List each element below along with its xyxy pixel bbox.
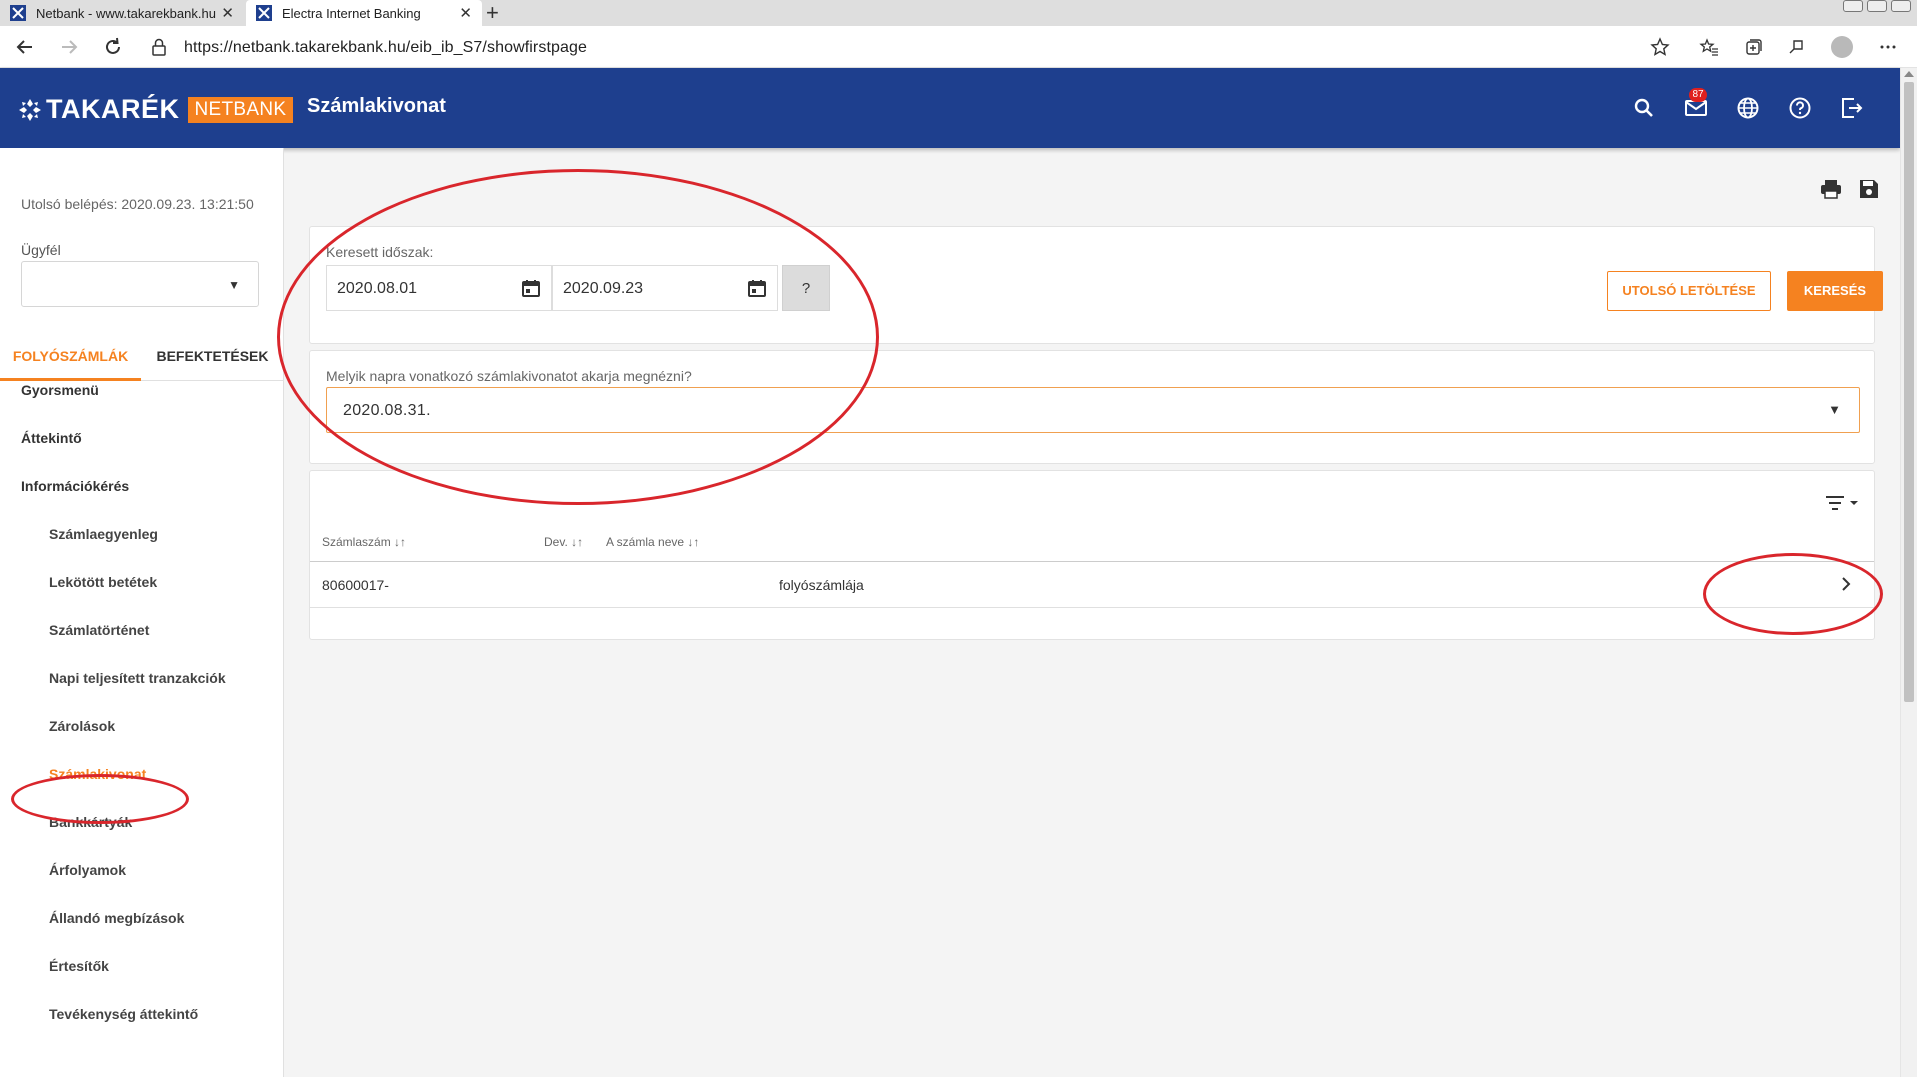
tab-folyoszamlak[interactable]: FOLYÓSZÁMLÁK bbox=[0, 331, 141, 381]
chevron-down-icon: ▼ bbox=[228, 278, 240, 292]
sort-icon: ↓↑ bbox=[687, 535, 700, 549]
column-header-label: Számlaszám bbox=[322, 535, 391, 549]
browser-tab-electra[interactable]: Electra Internet Banking ✕ bbox=[246, 0, 482, 26]
profile-avatar[interactable] bbox=[1831, 36, 1853, 58]
minimize-window-button[interactable] bbox=[1843, 0, 1863, 12]
main-content: Keresett időszak: 2020.08.01 2020.09.23 … bbox=[277, 148, 1900, 1077]
sidebar-tabs: FOLYÓSZÁMLÁK BEFEKTETÉSEK bbox=[0, 331, 284, 381]
page-toolbar bbox=[1820, 178, 1880, 200]
cell-account-name: folyószámlája bbox=[779, 577, 864, 593]
sidebar: Utolsó belépés: 2020.09.23. 13:21:50 Ügy… bbox=[0, 148, 284, 1077]
favicon-icon bbox=[10, 5, 26, 21]
more-options-icon[interactable] bbox=[1878, 37, 1898, 57]
chevron-down-icon: ▼ bbox=[1828, 402, 1841, 417]
browser-tab-title: Netbank - www.takarekbank.hu bbox=[36, 5, 216, 21]
cell-account-number: 80600017- bbox=[322, 577, 389, 593]
client-select[interactable]: ▼ bbox=[21, 261, 259, 307]
column-header-label: A számla neve bbox=[606, 535, 685, 549]
sidebar-item-szamlaegyenleg[interactable]: Számlaegyenleg bbox=[49, 526, 158, 542]
column-header-currency[interactable]: Dev. ↓↑ bbox=[544, 535, 583, 549]
filter-icon[interactable] bbox=[1824, 493, 1860, 513]
url-field[interactable]: https://netbank.takarekbank.hu/eib_ib_S7… bbox=[184, 39, 587, 57]
logo-word: TAKARÉK bbox=[46, 94, 180, 124]
table-row[interactable]: 80600017- folyószámlája bbox=[310, 562, 1874, 608]
save-icon[interactable] bbox=[1858, 178, 1880, 200]
globe-icon[interactable] bbox=[1736, 96, 1760, 120]
help-icon[interactable] bbox=[1788, 96, 1812, 120]
scrollbar-thumb[interactable] bbox=[1904, 82, 1914, 702]
last-download-button[interactable]: UTOLSÓ LETÖLTÉSE bbox=[1607, 271, 1771, 311]
new-tab-button[interactable]: + bbox=[486, 1, 499, 25]
annotation-ellipse bbox=[11, 774, 189, 824]
feedback-icon[interactable] bbox=[1786, 37, 1806, 57]
sidebar-item-lekotott-betetek[interactable]: Lekötött betétek bbox=[49, 574, 157, 590]
sidebar-item-informaciokeres[interactable]: Információkérés bbox=[21, 478, 129, 494]
favorite-star-icon[interactable] bbox=[1650, 37, 1670, 57]
column-header-label: Dev. bbox=[544, 535, 568, 549]
favicon-icon bbox=[256, 5, 272, 21]
search-button[interactable]: KERESÉS bbox=[1787, 271, 1883, 311]
sidebar-item-napi-tranzakciok[interactable]: Napi teljesített tranzakciók bbox=[49, 670, 226, 686]
annotation-ellipse bbox=[1703, 553, 1883, 635]
column-header-account-name[interactable]: A számla neve ↓↑ bbox=[606, 535, 699, 549]
page-scrollbar[interactable] bbox=[1900, 68, 1917, 1077]
window-controls bbox=[1843, 0, 1911, 12]
sidebar-item-attekinto[interactable]: Áttekintő bbox=[21, 430, 82, 446]
tab-close-icon[interactable]: ✕ bbox=[459, 4, 472, 22]
sidebar-item-szamlatortenet[interactable]: Számlatörténet bbox=[49, 622, 149, 638]
forward-arrow-icon[interactable] bbox=[58, 36, 80, 58]
restore-window-button[interactable] bbox=[1867, 0, 1887, 12]
tab-close-icon[interactable]: ✕ bbox=[221, 4, 234, 22]
back-arrow-icon[interactable] bbox=[14, 36, 36, 58]
sidebar-item-arfolyamok[interactable]: Árfolyamok bbox=[49, 862, 126, 878]
browser-tab-title: Electra Internet Banking bbox=[282, 5, 421, 21]
sort-icon: ↓↑ bbox=[394, 535, 407, 549]
browser-tab-netbank[interactable]: Netbank - www.takarekbank.hu ✕ bbox=[0, 0, 244, 26]
logo-badge: NETBANK bbox=[187, 96, 294, 123]
favorites-list-icon[interactable] bbox=[1699, 37, 1719, 57]
sort-icon: ↓↑ bbox=[571, 535, 584, 549]
column-header-account-number[interactable]: Számlaszám ↓↑ bbox=[322, 535, 406, 549]
refresh-icon[interactable] bbox=[102, 36, 124, 58]
logout-icon[interactable] bbox=[1840, 96, 1864, 120]
client-label: Ügyfél bbox=[21, 242, 61, 258]
sidebar-item-gyorsmenu[interactable]: Gyorsmenü bbox=[21, 382, 99, 398]
sidebar-item-zarolasok[interactable]: Zárolások bbox=[49, 718, 115, 734]
collections-icon[interactable] bbox=[1744, 37, 1764, 57]
notification-badge: 87 bbox=[1689, 88, 1707, 102]
page-title: Számlakivonat bbox=[307, 95, 446, 117]
browser-tab-bar: Netbank - www.takarekbank.hu ✕ Electra I… bbox=[0, 0, 1917, 26]
sidebar-item-tevekenyseg-attekinto[interactable]: Tevékenység áttekintő bbox=[49, 1006, 198, 1022]
sidebar-item-ertesitok[interactable]: Értesítők bbox=[49, 958, 109, 974]
browser-address-bar: https://netbank.takarekbank.hu/eib_ib_S7… bbox=[0, 26, 1917, 68]
search-icon[interactable] bbox=[1632, 96, 1656, 120]
last-login-text: Utolsó belépés: 2020.09.23. 13:21:50 bbox=[21, 196, 254, 212]
logo-mark-icon bbox=[19, 98, 41, 121]
tab-befektetesek[interactable]: BEFEKTETÉSEK bbox=[141, 331, 284, 381]
takarek-netbank-logo[interactable]: TAKARÉK NETBANK bbox=[18, 94, 294, 125]
scroll-up-arrow-icon[interactable] bbox=[1904, 71, 1914, 77]
print-icon[interactable] bbox=[1820, 178, 1842, 200]
close-window-button[interactable] bbox=[1891, 0, 1911, 12]
sidebar-item-allando-megbizasok[interactable]: Állandó megbízások bbox=[49, 910, 184, 926]
annotation-ellipse bbox=[277, 169, 879, 505]
lock-icon bbox=[152, 38, 166, 56]
app-header: TAKARÉK NETBANK Számlakivonat 87 bbox=[0, 68, 1900, 148]
